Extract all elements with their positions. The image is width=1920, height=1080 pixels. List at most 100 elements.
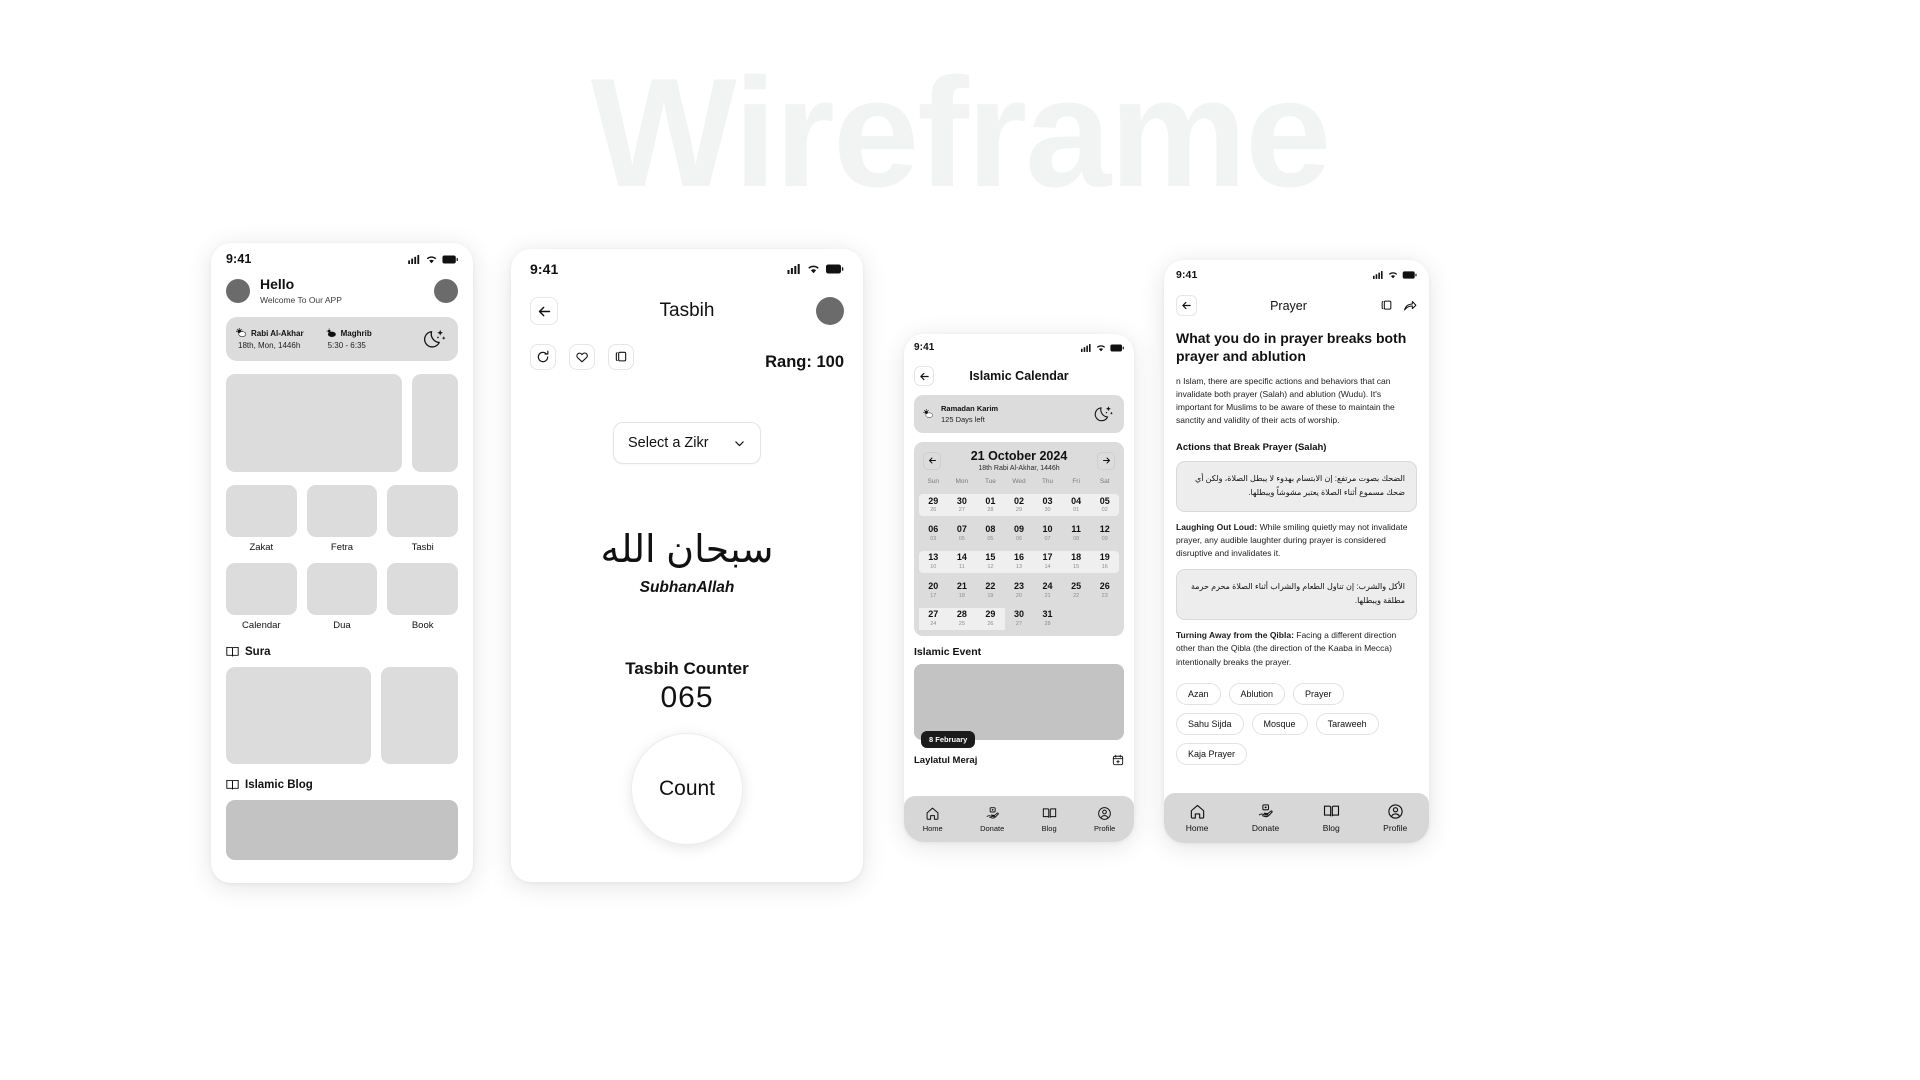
nav-item-profile[interactable]: Profile [1094, 806, 1115, 833]
tag-chip[interactable]: Prayer [1293, 682, 1344, 705]
zikr-select-wrap: Select a Zikr [530, 422, 844, 464]
calendar-day-cell[interactable]: 01 28 [976, 494, 1005, 516]
tag-chip[interactable]: Taraweeh [1315, 712, 1379, 735]
back-button[interactable] [914, 366, 934, 386]
select-zikr-dropdown[interactable]: Select a Zikr [613, 422, 761, 464]
calendar-hijri-day: 03 [930, 535, 937, 542]
back-button[interactable] [1176, 295, 1197, 316]
calendar-day-cell[interactable]: 26 23 [1090, 579, 1119, 601]
calendar-day-cell[interactable]: 24 21 [1033, 579, 1062, 601]
share-button[interactable] [1403, 299, 1417, 313]
calendar-day-cell[interactable]: 02 29 [1005, 494, 1034, 516]
calendar-day-cell[interactable]: 19 16 [1090, 551, 1119, 573]
calendar-gregorian-day: 18 [1071, 552, 1082, 563]
calendar-day-cell[interactable]: 28 25 [947, 607, 977, 631]
blog-card-skeleton[interactable] [226, 800, 458, 861]
next-prayer-name: Maghrib [340, 329, 372, 339]
nav-item-blog[interactable]: Blog [1042, 806, 1057, 833]
prayer-info-card[interactable]: Rabi Al-Akhar 18th, Mon, 1446h Maghrib 5… [226, 317, 458, 362]
shortcut-tile[interactable]: Tasbi [387, 485, 458, 553]
chevron-down-icon [735, 440, 744, 446]
nav-item-home[interactable]: Home [923, 806, 943, 833]
calendar-day-cell[interactable]: 05 02 [1090, 494, 1119, 516]
profile-avatar[interactable] [434, 279, 458, 304]
calendar-day-cell[interactable]: 29 26 [919, 494, 948, 516]
calendar-day-cell[interactable]: 29 26 [976, 607, 1005, 631]
status-icons [1373, 271, 1417, 279]
calendar-day-cell[interactable]: 03 30 [1033, 494, 1062, 516]
calendar-day-cell[interactable]: 08 05 [976, 522, 1005, 544]
refresh-button[interactable] [530, 344, 556, 370]
next-month-button[interactable] [1097, 451, 1115, 470]
calendar-gregorian-day: 23 [1013, 580, 1024, 591]
calendar-day-cell[interactable]: 16 13 [1005, 551, 1034, 573]
shortcut-tile[interactable]: Fetra [306, 485, 378, 553]
calendar-hijri-day: 12 [987, 564, 994, 571]
calendar-header: Islamic Calendar [914, 366, 1124, 386]
paragraph-lead-2: Turning Away from the Qibla: [1176, 630, 1294, 641]
cellular-icon [1081, 343, 1091, 352]
calendar-day-cell[interactable]: 27 24 [919, 607, 948, 631]
ramadan-title: Ramadan Karim [941, 404, 999, 413]
calendar-day-cell[interactable]: 11 08 [1062, 522, 1091, 544]
favorite-button[interactable] [569, 344, 595, 370]
ramadan-countdown-card[interactable]: Ramadan Karim 125 Days left [914, 395, 1124, 433]
shortcut-tile[interactable]: Calendar [226, 563, 297, 631]
avatar[interactable] [816, 297, 844, 325]
calendar-day-cell[interactable]: 04 01 [1062, 494, 1091, 516]
shortcut-tile-label: Tasbi [411, 542, 434, 554]
calendar-day-cell[interactable]: 17 14 [1033, 551, 1062, 573]
calendar-gregorian-day: 29 [928, 495, 939, 506]
battery-icon [1110, 344, 1124, 351]
calendar-gregorian-day: 09 [1013, 523, 1024, 534]
tag-chip[interactable]: Azan [1176, 682, 1221, 705]
calendar-day-cell[interactable]: 21 18 [948, 579, 977, 601]
prev-month-button[interactable] [923, 451, 941, 470]
avatar[interactable] [226, 279, 250, 304]
nav-item-home[interactable]: Home [1186, 803, 1208, 833]
calendar-widget: 21 October 2024 18th Rabi Al-Akhar, 1446… [914, 442, 1124, 637]
banner-skeleton-side[interactable] [412, 374, 458, 473]
sura-card-skeleton[interactable] [381, 667, 458, 765]
tag-chip[interactable]: Mosque [1251, 712, 1308, 735]
calendar-day-cell[interactable]: 10 07 [1033, 522, 1062, 544]
nav-item-donate[interactable]: Donate [1252, 803, 1279, 833]
calendar-day-cell[interactable]: 13 10 [919, 551, 948, 573]
copy-button[interactable] [608, 344, 634, 370]
calendar-day-cell[interactable]: 15 12 [976, 551, 1005, 573]
calendar-day-cell[interactable]: 14 11 [948, 551, 977, 573]
banner-skeleton-main[interactable] [226, 374, 402, 473]
tag-chip[interactable]: Ablution [1228, 682, 1286, 705]
nav-item-donate[interactable]: Donate [980, 806, 1004, 833]
shortcut-tile[interactable]: Zakat [226, 485, 297, 553]
calendar-day-cell[interactable]: 12 09 [1090, 522, 1119, 544]
calendar-day-cell[interactable]: 30 27 [948, 494, 977, 516]
calendar-day-cell[interactable]: 25 22 [1062, 579, 1091, 601]
copy-button[interactable] [1380, 299, 1393, 312]
counter-label: Tasbih Counter [625, 658, 749, 678]
back-button[interactable] [530, 297, 558, 325]
shortcut-tile[interactable]: Dua [306, 563, 378, 631]
calendar-day-cell[interactable]: 09 06 [1005, 522, 1034, 544]
home-icon [926, 807, 939, 820]
count-button[interactable]: Count [631, 732, 743, 845]
sura-card-skeleton[interactable] [226, 667, 371, 765]
event-row[interactable]: Laylatul Meraj [914, 754, 1124, 766]
nav-item-profile[interactable]: Profile [1383, 803, 1407, 833]
tag-chip[interactable]: Kaja Prayer [1176, 742, 1248, 765]
calendar-day-cell[interactable]: 20 17 [919, 579, 948, 601]
calendar-day-cell[interactable]: 22 19 [976, 579, 1005, 601]
calendar-day-cell[interactable]: 06 03 [919, 522, 948, 544]
tag-chip[interactable]: Sahu Sijda [1176, 712, 1244, 735]
nav-item-blog[interactable]: Blog [1323, 803, 1340, 833]
calendar-day-cell[interactable]: 18 15 [1062, 551, 1091, 573]
nav-item-label: Donate [1251, 823, 1280, 833]
calendar-month-nav: 21 October 2024 18th Rabi Al-Akhar, 1446… [919, 449, 1119, 472]
calendar-day-cell[interactable]: 07 05 [948, 522, 977, 544]
event-image-skeleton[interactable]: 8 February [914, 664, 1124, 749]
calendar-day-cell[interactable]: 30 27 [1005, 608, 1034, 630]
calendar-gregorian-day: 29 [985, 609, 996, 620]
calendar-day-cell[interactable]: 23 20 [1005, 579, 1034, 601]
shortcut-tile[interactable]: Book [387, 563, 458, 631]
calendar-day-cell[interactable]: 31 28 [1033, 608, 1062, 630]
